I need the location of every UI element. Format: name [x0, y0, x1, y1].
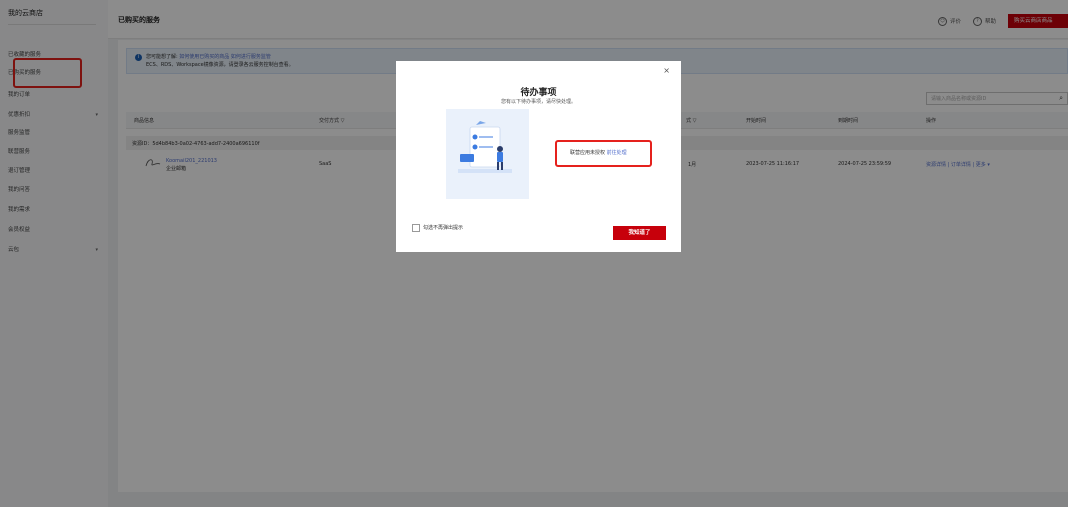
todo-highlight-box: [555, 140, 652, 167]
ok-button[interactable]: 我知道了: [613, 226, 666, 240]
todo-modal: × 待办事项 您有以下待办事项，请尽快处理。 联营应用未授权 前往处理 勾选不再…: [396, 61, 681, 252]
dont-show-label: 勾选不再弹出提示: [423, 225, 464, 231]
close-icon[interactable]: ×: [663, 66, 670, 75]
dont-show-checkbox[interactable]: [412, 224, 420, 232]
todo-illustration-icon: [446, 109, 529, 199]
modal-title: 待办事项: [520, 88, 557, 98]
modal-subtitle: 您有以下待办事项，请尽快处理。: [500, 99, 576, 105]
